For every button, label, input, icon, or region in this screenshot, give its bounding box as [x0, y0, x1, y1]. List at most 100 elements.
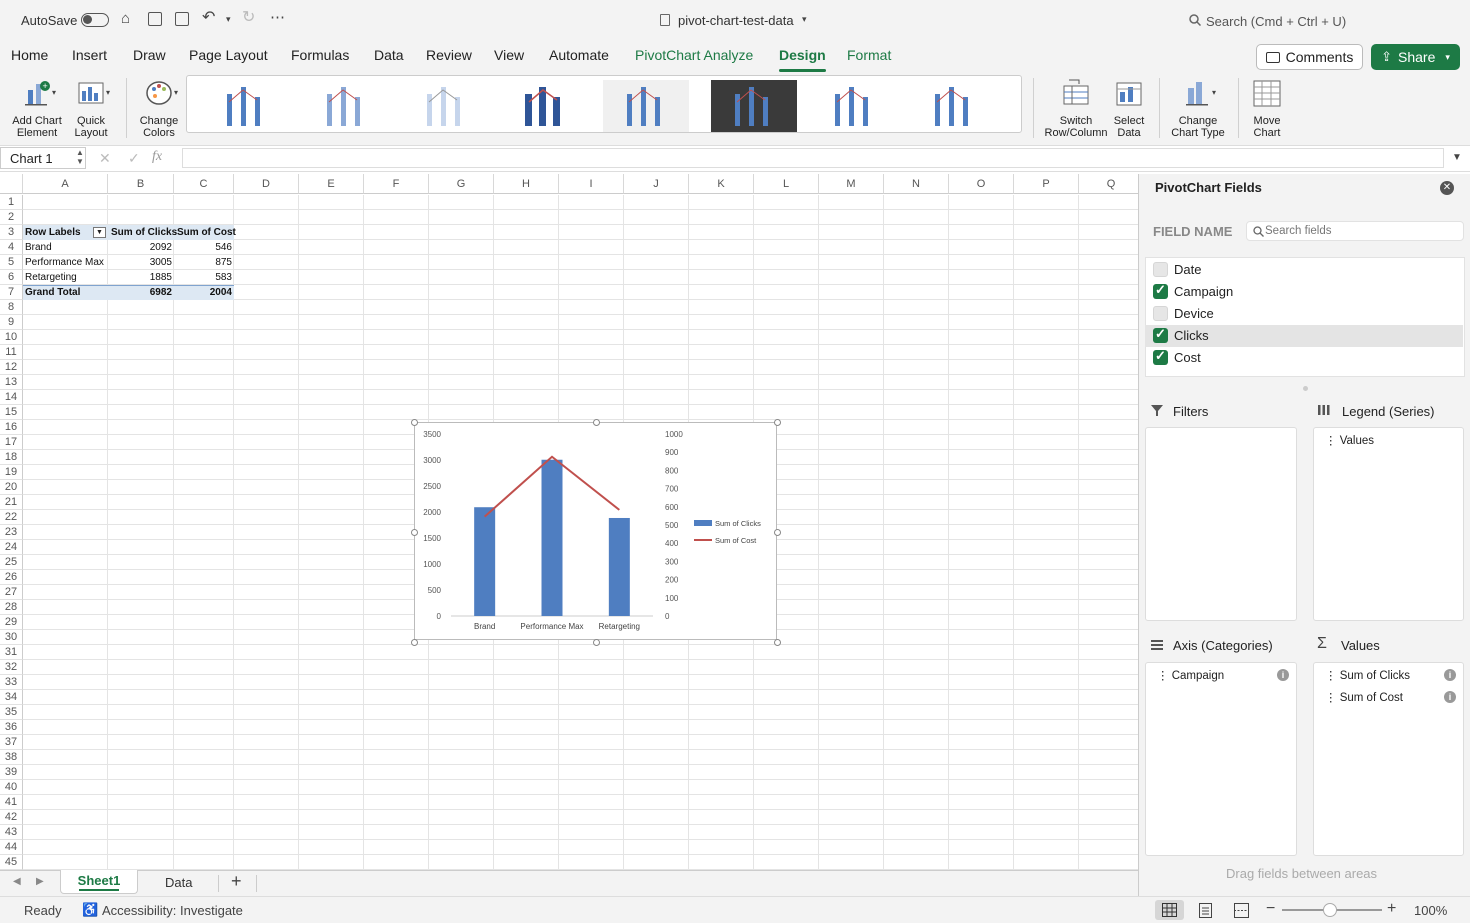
row-header[interactable]: 30: [0, 630, 23, 645]
pivot-cell-cost[interactable]: 546: [175, 240, 234, 255]
row-header[interactable]: 45: [0, 855, 23, 870]
values-item-clicks[interactable]: ⋮ Sum of Clicks: [1325, 668, 1410, 682]
tab-draw[interactable]: Draw: [133, 47, 166, 63]
tab-automate[interactable]: Automate: [549, 47, 609, 63]
resize-handle[interactable]: [592, 639, 600, 646]
legend-item-values[interactable]: ⋮ Values: [1325, 433, 1374, 447]
resize-handle[interactable]: [774, 639, 781, 646]
row-header[interactable]: 6: [0, 270, 23, 285]
tab-insert[interactable]: Insert: [72, 47, 107, 63]
zoom-out-icon[interactable]: −: [1266, 900, 1275, 918]
quick-layout-chevron-down-icon[interactable]: ▾: [106, 88, 110, 97]
row-header[interactable]: 14: [0, 390, 23, 405]
row-header[interactable]: 35: [0, 705, 23, 720]
accessibility-status[interactable]: Accessibility: Investigate: [102, 903, 243, 918]
chart-style-7[interactable]: [811, 80, 897, 132]
row-header[interactable]: 11: [0, 345, 23, 360]
tab-pivotchart-analyze[interactable]: PivotChart Analyze: [635, 47, 753, 63]
column-header[interactable]: M: [819, 174, 884, 194]
pivot-cell-cost[interactable]: 875: [175, 255, 234, 270]
tab-home[interactable]: Home: [11, 47, 48, 63]
row-header[interactable]: 42: [0, 810, 23, 825]
function-icon[interactable]: fx: [152, 149, 162, 165]
row-header[interactable]: 18: [0, 450, 23, 465]
info-icon[interactable]: i: [1444, 691, 1456, 703]
pivot-total-clicks[interactable]: 6982: [109, 285, 174, 300]
save-icon[interactable]: [148, 12, 162, 26]
row-header[interactable]: 33: [0, 675, 23, 690]
chart-style-3[interactable]: [403, 80, 489, 132]
row-header[interactable]: 2: [0, 210, 23, 225]
filters-drop-area[interactable]: [1145, 427, 1297, 621]
column-header[interactable]: B: [108, 174, 174, 194]
tab-review[interactable]: Review: [426, 47, 472, 63]
field-row-device[interactable]: Device: [1145, 303, 1463, 325]
row-header[interactable]: 24: [0, 540, 23, 555]
row-header[interactable]: 40: [0, 780, 23, 795]
field-checkbox[interactable]: [1153, 326, 1168, 343]
field-checkbox[interactable]: [1153, 262, 1168, 277]
zoom-slider-thumb[interactable]: [1323, 903, 1337, 917]
row-header[interactable]: 10: [0, 330, 23, 345]
column-header[interactable]: G: [429, 174, 494, 194]
column-header[interactable]: J: [624, 174, 689, 194]
pivot-header-clicks[interactable]: Sum of Clicks: [109, 225, 179, 240]
axis-drop-area[interactable]: ⋮ Campaign i: [1145, 662, 1297, 856]
home-icon[interactable]: ⌂: [121, 11, 130, 26]
row-header[interactable]: 31: [0, 645, 23, 660]
move-chart-button[interactable]: Move Chart: [1244, 78, 1290, 139]
undo-dropdown-icon[interactable]: ▾: [226, 14, 231, 25]
row-header[interactable]: 3: [0, 225, 23, 240]
title-chevron-down-icon[interactable]: ▾: [802, 14, 807, 25]
more-icon[interactable]: ⋯: [270, 10, 285, 25]
row-header[interactable]: 20: [0, 480, 23, 495]
page-layout-view-icon[interactable]: [1199, 903, 1212, 918]
column-header[interactable]: I: [559, 174, 624, 194]
chart-style-5[interactable]: [603, 80, 689, 132]
axis-item-campaign[interactable]: ⋮ Campaign: [1157, 668, 1224, 682]
select-data-button[interactable]: Select Data: [1110, 78, 1148, 139]
name-box[interactable]: Chart 1: [0, 147, 86, 169]
info-icon[interactable]: i: [1277, 669, 1289, 681]
row-header[interactable]: 36: [0, 720, 23, 735]
tab-formulas[interactable]: Formulas: [291, 47, 349, 63]
cancel-icon[interactable]: ✕: [99, 150, 111, 167]
add-sheet-icon[interactable]: +: [231, 871, 242, 892]
close-icon[interactable]: ✕: [1440, 181, 1454, 195]
zoom-in-icon[interactable]: +: [1387, 900, 1396, 918]
column-header[interactable]: F: [364, 174, 429, 194]
field-checkbox[interactable]: [1153, 306, 1168, 321]
formula-input[interactable]: [182, 148, 1444, 168]
resize-handle[interactable]: [774, 419, 781, 426]
chart-style-2[interactable]: [303, 80, 389, 132]
share-dropdown-icon[interactable]: ▾: [1445, 52, 1450, 63]
pivot-row-label[interactable]: Performance Max: [23, 255, 106, 270]
column-header[interactable]: O: [949, 174, 1014, 194]
column-header[interactable]: N: [884, 174, 949, 194]
column-header[interactable]: H: [494, 174, 559, 194]
tab-data[interactable]: Data: [374, 47, 404, 63]
pivot-total-label[interactable]: Grand Total: [23, 285, 82, 300]
field-checkbox[interactable]: [1153, 282, 1168, 299]
column-header[interactable]: E: [299, 174, 364, 194]
spreadsheet-grid[interactable]: ABCDEFGHIJKLMNOPQ 1 2 3 4 5 6 7 8 9 10 11 12 13 14 15 1…: [0, 174, 1138, 870]
column-header[interactable]: L: [754, 174, 819, 194]
row-header[interactable]: 34: [0, 690, 23, 705]
save-as-icon[interactable]: [175, 12, 189, 26]
document-title[interactable]: pivot-chart-test-data: [678, 13, 794, 28]
column-header[interactable]: Q: [1079, 174, 1138, 194]
search-fields-input[interactable]: Search fields: [1246, 221, 1464, 241]
pivot-cell-clicks[interactable]: 1885: [109, 270, 174, 285]
tab-design[interactable]: Design: [779, 47, 826, 72]
row-header[interactable]: 25: [0, 555, 23, 570]
row-header[interactable]: 16: [0, 420, 23, 435]
splitter-handle-icon[interactable]: [1303, 386, 1308, 391]
values-item-cost[interactable]: ⋮ Sum of Cost: [1325, 690, 1403, 704]
row-header[interactable]: 23: [0, 525, 23, 540]
pivot-total-cost[interactable]: 2004: [175, 285, 234, 300]
row-header[interactable]: 12: [0, 360, 23, 375]
legend-drop-area[interactable]: ⋮ Values: [1313, 427, 1464, 621]
row-header[interactable]: 43: [0, 825, 23, 840]
switch-row-column-button[interactable]: Switch Row/Column: [1042, 78, 1110, 139]
search-box[interactable]: Search (Cmd + Ctrl + U): [1206, 14, 1346, 29]
